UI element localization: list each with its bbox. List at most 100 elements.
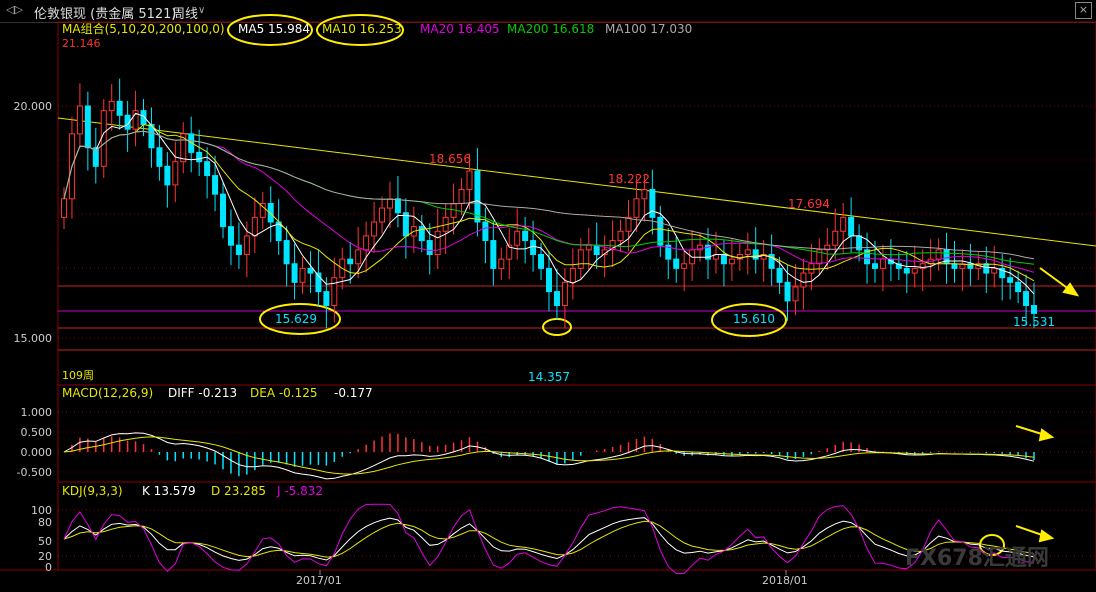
candle-body [156,147,163,167]
candle-body [307,267,314,274]
ma100-line [63,130,1035,260]
price-tick-15: 15.000 [14,332,53,345]
candle-body [681,263,688,269]
chart-area: 20.000 15.000 1.000 0.500 0.000 -0.500 1… [0,14,1096,587]
candle-body [76,105,83,135]
candle-body [546,267,552,293]
kdj-tick-80: 80 [38,516,52,529]
candle-body [386,198,393,209]
candle-body [283,240,290,265]
candle-body [617,230,624,242]
candle-body [1007,277,1014,283]
candle-body [116,100,123,116]
candle-body [243,235,250,255]
candle-body [530,240,537,255]
candle-body [593,244,600,255]
kdj-d: D 23.285 [211,484,266,498]
candle-body [299,267,306,283]
candle-body [784,281,791,302]
candle-body [633,198,640,218]
peak2-label: 18.222 [608,172,650,186]
high-label: 21.146 [62,37,101,50]
candle-body [879,258,886,269]
ma200-line [63,130,1035,265]
candle-body [792,286,799,302]
candle-body [1015,281,1022,293]
kdj-panel [63,503,1035,575]
low3-label: 15.610 [733,312,775,326]
low2-highlight [542,318,572,336]
candle-body [458,189,465,204]
kdj-k-line [63,517,1035,561]
candle-body [355,249,362,265]
candle-body [323,291,330,307]
candle-body [951,263,958,269]
kdj-tick-0: 0 [45,561,52,574]
candle-body [800,272,807,288]
candle-body [848,216,855,237]
ma20-line [63,130,1035,273]
candle-body [1023,291,1030,307]
volume-label: 109周 [62,369,94,382]
candle-body [291,263,298,283]
candle-body [379,207,386,223]
candle-body [482,221,489,242]
candle-body [673,258,680,269]
candle-body [911,267,918,274]
candle-body [394,198,401,214]
candle-body [657,216,664,246]
candlestick-series [61,78,1037,329]
candle-body [498,258,505,269]
macd-tick-1: 1.000 [21,406,53,419]
candle-body [466,170,473,191]
macd-tick-05: 0.500 [21,426,53,439]
candle-body [625,216,632,232]
candle-body [220,193,227,228]
candle-body [561,281,568,307]
macd-tick-0: 0.000 [21,446,53,459]
candle-body [371,221,378,237]
candle-body [164,165,171,186]
candle-body [426,240,433,255]
candle-body [474,170,481,223]
x-label-2018: 2018/01 [762,574,808,587]
candle-body [832,230,839,246]
ma-group-label: MA组合(5,10,20,200,100,0) [62,21,225,36]
candle-body [983,263,990,274]
candle-body [903,267,910,274]
candle-body [991,267,998,274]
candle-body [108,100,115,112]
candle-body [204,161,211,177]
candle-body [720,253,727,265]
candle-body [538,253,545,269]
ma200-label: MA200 16.618 [507,22,594,36]
watermark: FX678汇通网 [905,546,1049,571]
candle-body [840,216,847,232]
low1-label: 15.629 [275,312,317,326]
candle-body [641,189,648,200]
candle-body [871,263,878,269]
candle-body [434,230,441,255]
candle-body [522,230,529,242]
low2-label: 14.357 [528,370,570,384]
candle-body [84,105,91,149]
candle-body [776,267,783,283]
candle-body [172,161,179,186]
candle-body [744,249,751,255]
kdj-title: KDJ(9,3,3) [62,484,123,498]
arrow-price-line [1039,267,1071,291]
x-label-2017: 2017/01 [296,574,342,587]
candle-body [514,230,521,246]
kdj-k: K 13.579 [142,484,196,498]
candle-body [235,244,242,255]
candle-body [808,263,815,274]
price-tick-20: 20.000 [14,100,53,113]
ma100-label: MA100 17.030 [605,22,692,36]
candle-body [728,258,735,265]
kdj-d-line [63,520,1035,558]
macd-value: -0.177 [334,386,373,400]
candle-body [363,235,370,251]
candle-body [61,198,67,218]
candle-body [577,249,584,269]
peak1-label: 18.656 [429,152,471,166]
